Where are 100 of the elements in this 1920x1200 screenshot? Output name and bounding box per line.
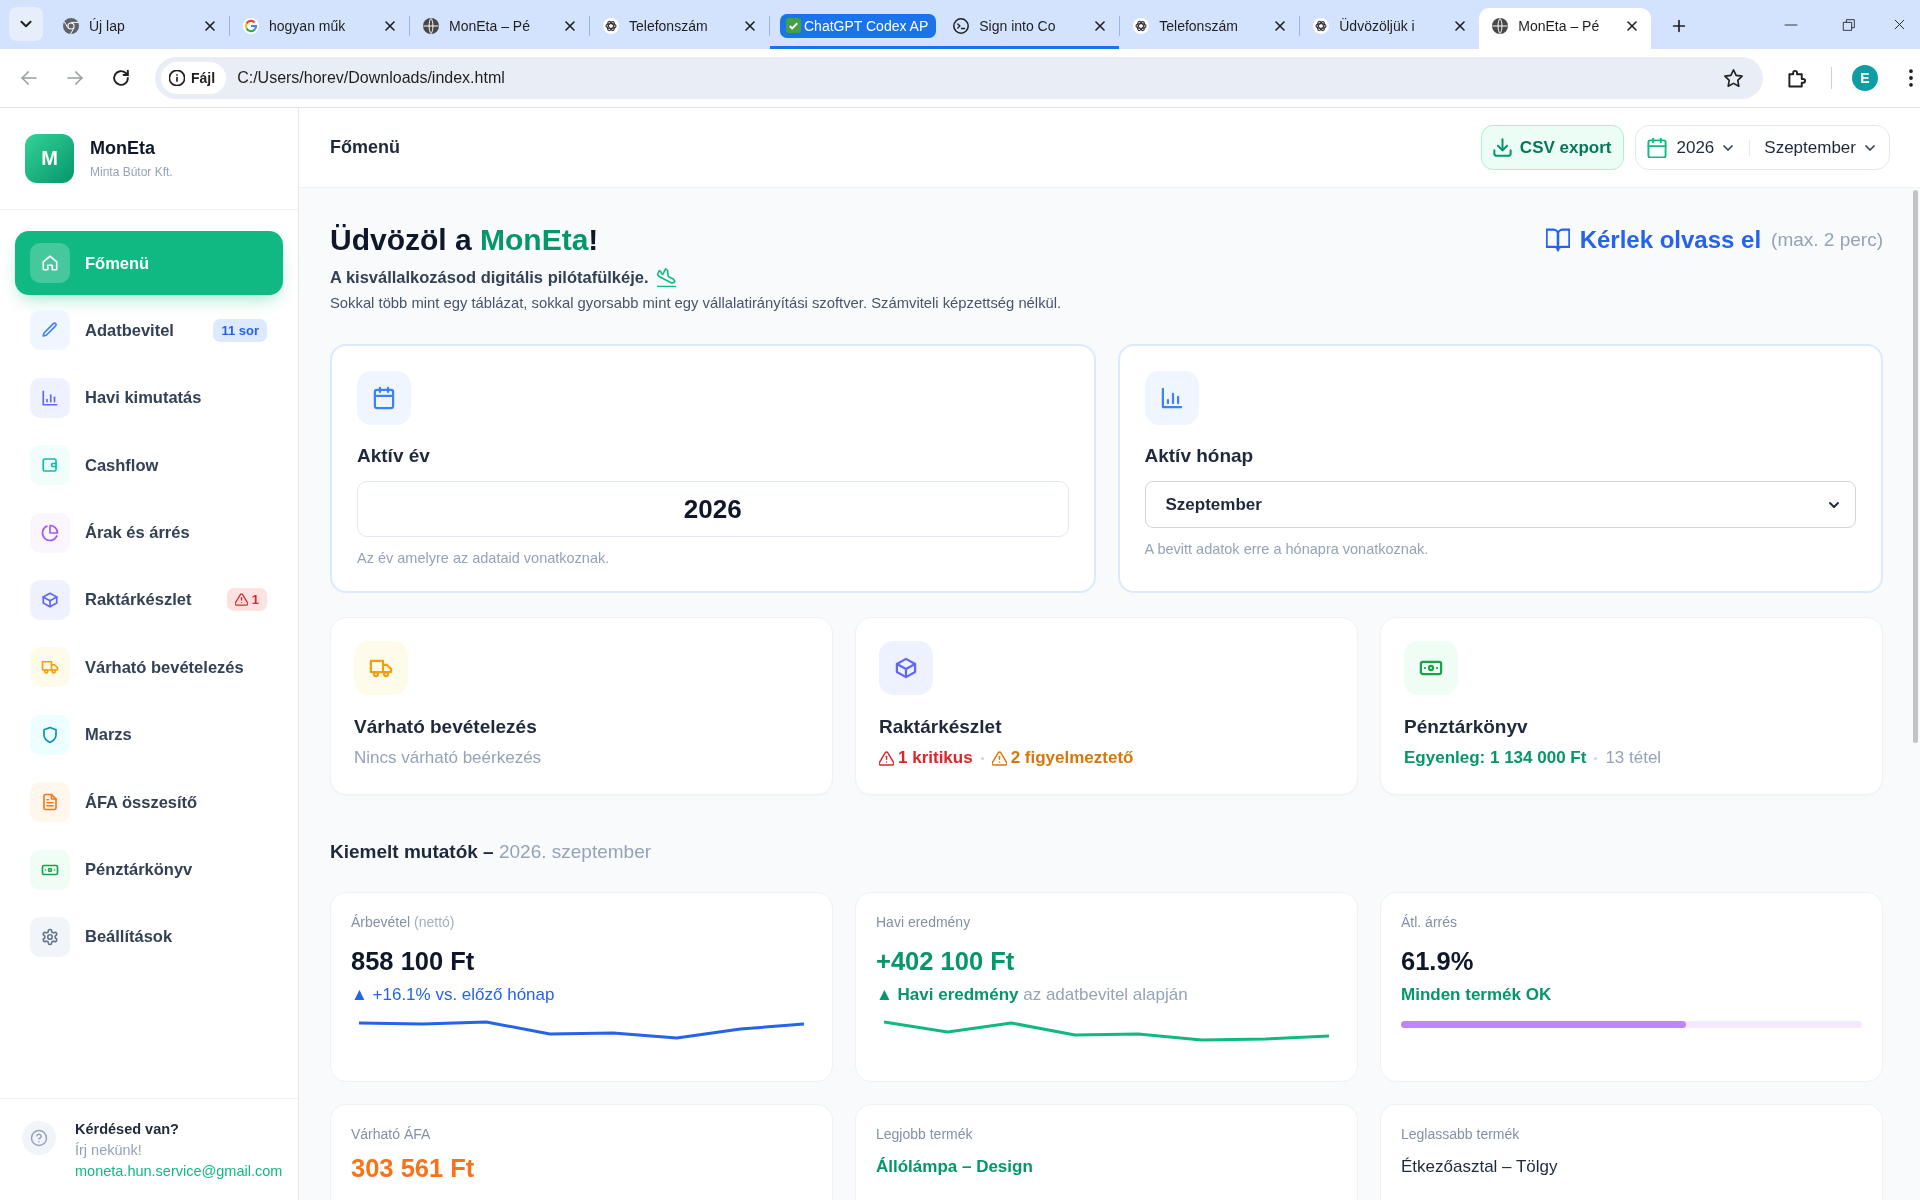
forward-arrow-icon[interactable]	[66, 69, 84, 87]
close-icon[interactable]	[563, 18, 577, 33]
close-icon[interactable]	[1625, 18, 1640, 33]
kpi-label: Havi eredmény	[876, 913, 972, 931]
kpi-label: Árbevétel (nettó)	[351, 913, 456, 931]
g-logo-icon	[243, 17, 259, 34]
plane-landing-icon	[656, 267, 676, 287]
pencil-icon	[30, 310, 70, 351]
restore-icon[interactable]	[1842, 17, 1856, 32]
browser-tab[interactable]: MonEta – Pé	[410, 8, 589, 49]
nav-item[interactable]: Árak és árrés	[15, 500, 283, 565]
banknote-icon	[30, 849, 70, 890]
browser-tab[interactable]: Telefonszám	[590, 8, 769, 49]
app-logo: M	[25, 134, 74, 183]
card-title: Várható bevételezés	[354, 715, 538, 739]
count-badge: 11 sor	[213, 318, 267, 342]
read-more-link[interactable]: Kérlek olvass el	[1579, 226, 1762, 254]
shield-icon	[30, 714, 70, 755]
kpi-value: Állólámpa – Design	[876, 1156, 1034, 1178]
calendar-icon	[1646, 137, 1667, 158]
status-text: 13 tétel	[1605, 747, 1662, 769]
close-icon[interactable]	[1093, 18, 1108, 33]
circle-logo-icon	[63, 17, 79, 34]
document-icon	[30, 782, 70, 823]
month-select[interactable]: Szeptember	[1762, 137, 1879, 158]
knot-icon	[603, 17, 619, 34]
close-icon[interactable]	[203, 18, 217, 33]
csv-export-button[interactable]: CSV export	[1480, 125, 1624, 170]
nav-item[interactable]: ÁFA összesítő	[15, 770, 283, 835]
close-icon[interactable]	[743, 18, 757, 33]
kpi-label: Átl. árrés	[1401, 913, 1458, 931]
kpi-label: Leglassabb termék	[1401, 1125, 1521, 1143]
cube-icon	[879, 641, 933, 695]
home-icon	[30, 243, 70, 283]
truck-icon	[354, 641, 408, 695]
field-hint: A bevitt adatok erre a hónapra vonatkoznak.	[1144, 540, 1430, 558]
address-bar[interactable]: Fájl C:/Users/horev/Downloads/index.html	[155, 57, 1763, 99]
kpi-label: Várható ÁFA	[351, 1125, 432, 1143]
kpi-note: ▲ +16.1% vs. előző hónap	[351, 984, 556, 1006]
alert-count: 1	[251, 592, 259, 608]
globe-icon	[423, 17, 439, 34]
close-icon[interactable]	[1273, 18, 1288, 33]
nav-item[interactable]: Pénztárkönyv	[15, 837, 283, 902]
kpi-value: 61.9%	[1401, 946, 1475, 976]
year-input[interactable]: 2026	[357, 481, 1069, 537]
description: Sokkal több mint egy táblázat, sokkal gyorsabb mint egy vállalatirányítási szoftver. Számviteli képzettség nélkül.	[330, 294, 1062, 313]
cube-icon	[30, 579, 70, 620]
wallet-icon	[30, 445, 70, 486]
site-info-chip[interactable]: Fájl	[161, 62, 227, 94]
browser-tab[interactable]: Telefonszám	[1120, 8, 1300, 49]
read-time-note: (max. 2 perc)	[1771, 229, 1883, 251]
terminal-icon	[953, 17, 970, 34]
bar-chart-icon	[30, 377, 70, 418]
status-text: Egyenleg: 1 134 000 Ft	[1404, 747, 1587, 769]
back-arrow-icon[interactable]	[20, 69, 38, 87]
kpi-value: Étkezőasztal – Tölgy	[1401, 1156, 1559, 1178]
nav-item[interactable]: Raktárkészlet 1	[15, 567, 283, 632]
page-title: Főmenü	[330, 137, 400, 158]
nav-item[interactable]: Cashflow	[15, 433, 283, 498]
tab-group-label[interactable]: ChatGPT Codex AP	[780, 13, 937, 38]
brand-name: MonEta	[90, 138, 156, 159]
kpi-label: Legjobb termék	[876, 1125, 974, 1143]
browser-tab[interactable]: Sign into Co	[940, 8, 1120, 49]
browser-tab[interactable]: Üdvözöljük i	[1300, 8, 1480, 49]
company-name: Minta Bútor Kft.	[90, 165, 173, 179]
nav-item[interactable]: Marzs	[15, 702, 283, 767]
url-text[interactable]: C:/Users/horev/Downloads/index.html	[237, 69, 505, 87]
tab-search-button[interactable]	[9, 7, 43, 41]
status-text: Nincs várható beérkezés	[354, 747, 542, 769]
calendar-icon	[357, 371, 411, 425]
close-icon[interactable]	[1453, 18, 1468, 33]
star-icon[interactable]	[1724, 68, 1743, 88]
nav-item[interactable]: Beállítások	[15, 904, 283, 969]
close-icon[interactable]	[383, 18, 397, 33]
tagline: A kisvállalkozásod digitális pilótafülkéje.	[330, 267, 649, 288]
check-box-icon	[786, 18, 801, 33]
browser-tab[interactable]: MonEta – Pé	[1479, 8, 1652, 49]
plus-icon[interactable]	[1671, 17, 1688, 34]
card-title: Aktív hónap	[1144, 444, 1255, 468]
field-hint: Az év amelyre az adataid vonatkoznak.	[357, 549, 611, 567]
scrollbar-thumb[interactable]	[1913, 190, 1918, 743]
kpi-value: 303 561 Ft	[351, 1153, 476, 1183]
month-select[interactable]: Szeptember	[1144, 481, 1856, 528]
nav-item[interactable]: Havi kimutatás	[15, 365, 283, 430]
browser-tab[interactable]: hogyan műk	[230, 8, 409, 49]
nav-item[interactable]: Várható bevételezés	[15, 635, 283, 700]
globe-icon	[1492, 17, 1509, 34]
help-title: Kérdésed van?	[75, 1120, 180, 1139]
puzzle-icon[interactable]	[1787, 68, 1807, 88]
knot-icon	[1313, 17, 1330, 34]
help-subtitle: Írj nekünk!	[75, 1141, 143, 1160]
browser-tab[interactable]: Új lap	[50, 8, 229, 49]
reload-icon[interactable]	[112, 69, 130, 87]
kpi-value: +402 100 Ft	[876, 946, 1016, 976]
nav-item[interactable]: Adatbevitel 11 sor	[15, 298, 283, 363]
book-icon	[1545, 228, 1570, 252]
warning-icon	[991, 750, 1007, 766]
year-select[interactable]: 2026	[1674, 137, 1738, 158]
card-title: Pénztárkönyv	[1404, 715, 1529, 739]
settings-icon	[30, 916, 70, 957]
